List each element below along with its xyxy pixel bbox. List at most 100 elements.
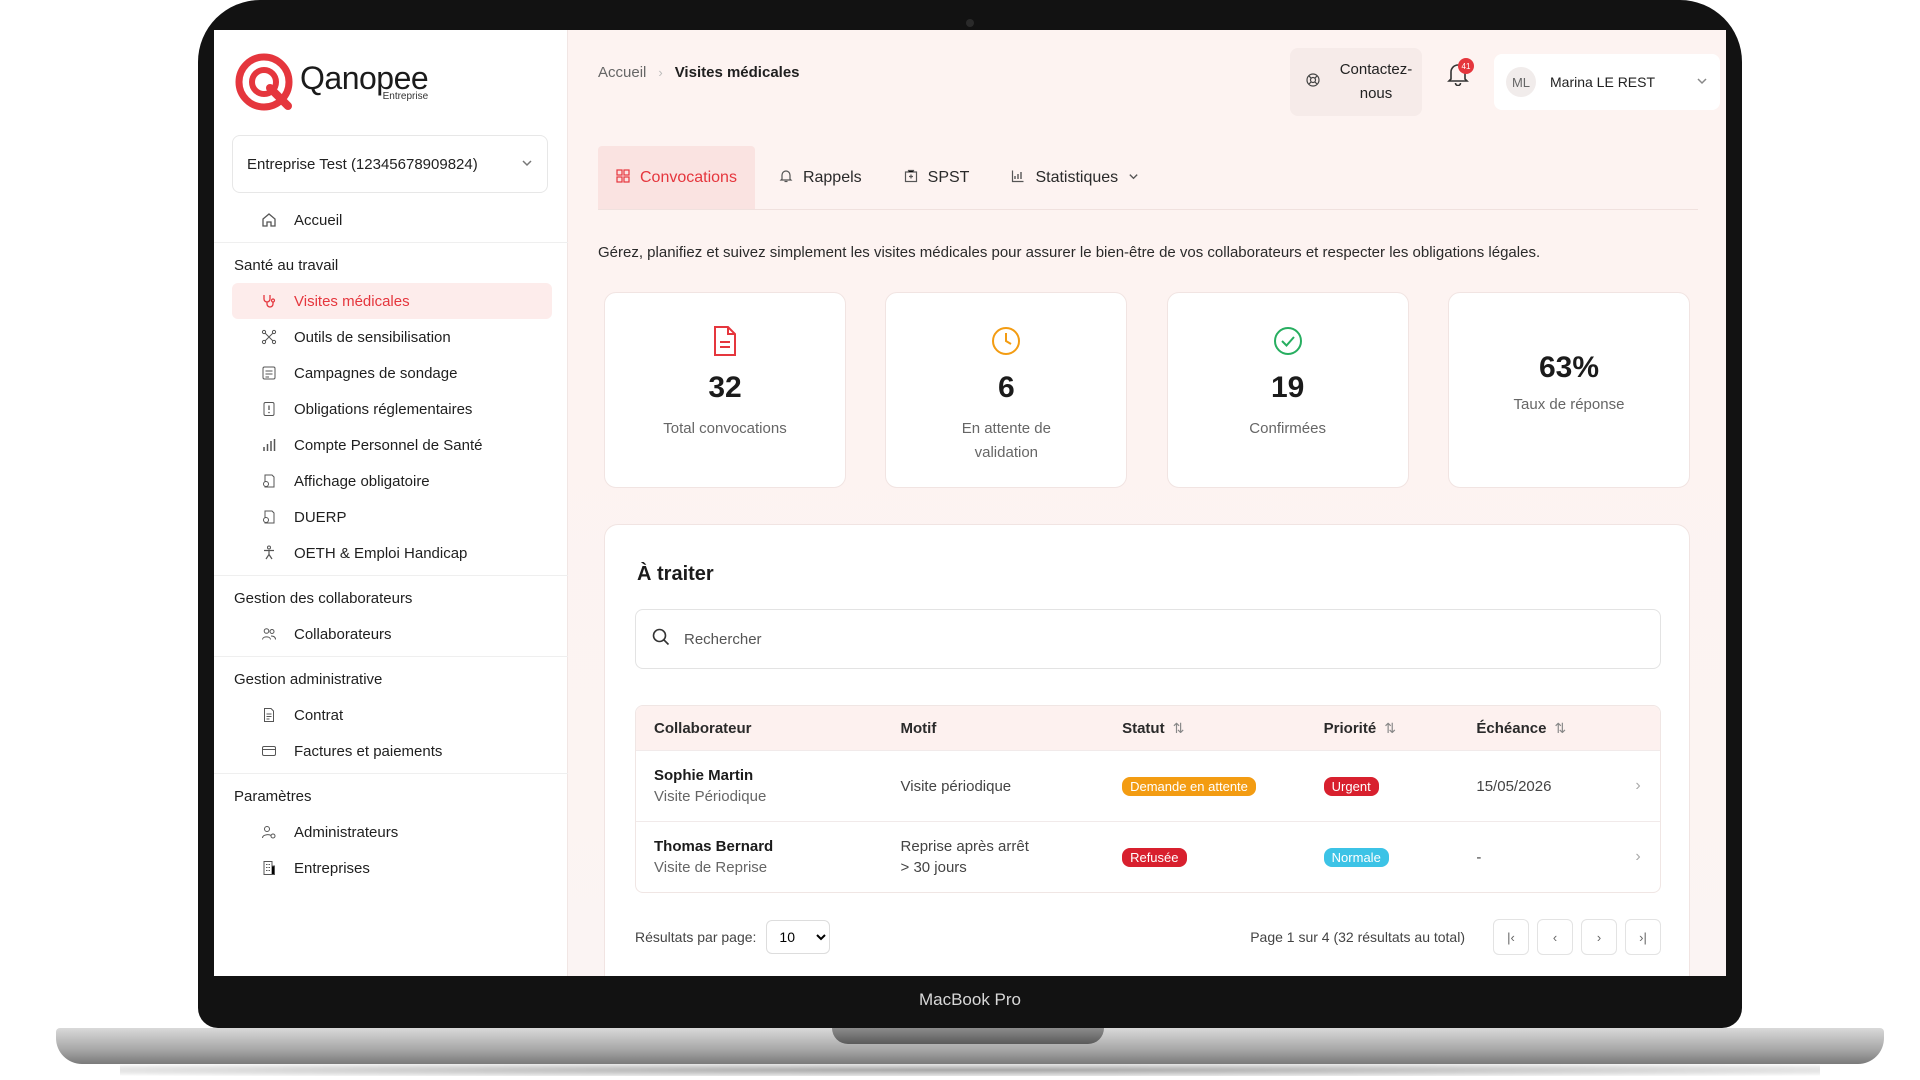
- page-info: Page 1 sur 4 (32 résultats au total): [1250, 929, 1465, 945]
- sidebar-item-label: Campagnes de sondage: [294, 364, 458, 382]
- logo-name: Qanopee: [300, 60, 429, 96]
- accessibility-icon: [260, 544, 278, 562]
- per-page-select[interactable]: 10: [766, 920, 831, 954]
- todo-panel: À traiter Collaborateur Motif Statut ⇅ Pr…: [604, 524, 1690, 976]
- notifications-badge: 41: [1458, 58, 1474, 74]
- sidebar-item-medical-visits[interactable]: Visites médicales: [232, 283, 552, 319]
- clock-icon: [990, 325, 1022, 357]
- contact-button[interactable]: Contactez-nous: [1290, 48, 1422, 116]
- laptop-notch: [832, 1028, 1104, 1044]
- search-box: [635, 609, 1661, 669]
- sidebar-item-administrators[interactable]: Administrateurs: [232, 814, 552, 850]
- sidebar-item-health-account[interactable]: Compte Personnel de Santé: [232, 427, 552, 463]
- next-page-button[interactable]: ›: [1581, 919, 1617, 955]
- breadcrumb-current: Visites médicales: [674, 64, 800, 81]
- sort-icon[interactable]: ⇅: [1173, 720, 1185, 736]
- sort-icon[interactable]: ⇅: [1384, 720, 1396, 736]
- stat-card-response-rate: 63% Taux de réponse: [1447, 292, 1690, 488]
- user-name: Marina LE REST: [1550, 74, 1656, 90]
- cell-employee: Thomas Bernard Visite de Reprise: [636, 838, 901, 876]
- sidebar-item-survey-campaigns[interactable]: Campagnes de sondage: [232, 355, 552, 391]
- logo-subtitle: Entreprise: [382, 91, 429, 102]
- sidebar-item-label: OETH & Emploi Handicap: [294, 544, 468, 562]
- visit-type: Visite de Reprise: [654, 859, 768, 876]
- previous-page-button[interactable]: ‹: [1537, 919, 1573, 955]
- column-header-label: Priorité: [1323, 719, 1377, 737]
- avatar: ML: [1506, 67, 1536, 97]
- chart-icon: [1011, 169, 1025, 186]
- priority-badge: Normale: [1323, 847, 1389, 867]
- notifications-button[interactable]: 41: [1440, 56, 1476, 96]
- tab-reminders[interactable]: Rappels: [761, 146, 880, 209]
- cell-status: Refusée: [1122, 847, 1324, 867]
- column-header-priority[interactable]: Priorité ⇅: [1324, 720, 1477, 737]
- logo[interactable]: Qanopee Entreprise: [234, 50, 429, 114]
- todo-table: Collaborateur Motif Statut ⇅ Priorité ⇅ Éc…: [635, 705, 1661, 893]
- display-board-icon: [260, 472, 278, 490]
- sidebar-item-label: Collaborateurs: [294, 625, 392, 643]
- intro-text: Gérez, planifiez et suivez simplement le…: [598, 244, 1541, 261]
- user-menu[interactable]: ML Marina LE REST: [1494, 54, 1720, 110]
- sidebar-item-label: Entreprises: [294, 859, 370, 877]
- divider: [214, 242, 568, 243]
- cell-motif: Visite périodique: [900, 777, 1012, 795]
- main-content: Accueil › Visites médicales Contactez-no…: [568, 30, 1726, 976]
- status-badge: Refusée: [1122, 847, 1187, 867]
- visit-type: Visite Périodique: [654, 788, 767, 805]
- column-header-label: Motif: [900, 719, 937, 737]
- sort-icon[interactable]: ⇅: [1554, 720, 1566, 736]
- motif-line: > 30 jours: [900, 859, 967, 876]
- bell-outline-icon: [779, 169, 793, 186]
- breadcrumb-root[interactable]: Accueil: [598, 64, 646, 81]
- stat-card-pending: 6 En attente de validation: [885, 292, 1128, 488]
- tab-statistics[interactable]: Statistiques: [993, 146, 1157, 209]
- sidebar-section-title: Gestion des collaborateurs: [234, 589, 413, 607]
- sidebar-item-contract[interactable]: Contrat: [232, 697, 552, 733]
- cell-motif: Reprise après arrêt > 30 jours: [901, 838, 1123, 876]
- column-header-status[interactable]: Statut ⇅: [1122, 720, 1324, 737]
- divider: [214, 773, 568, 774]
- stat-value: 32: [708, 371, 742, 404]
- sidebar-section-title: Santé au travail: [234, 256, 339, 274]
- search-input[interactable]: [684, 630, 1584, 648]
- sidebar-item-label: Contrat: [294, 706, 344, 724]
- chevron-right-icon: ›: [658, 65, 663, 80]
- stat-value: 6: [997, 371, 1015, 404]
- company-selector-value: Entreprise Test (12345678909824): [247, 155, 478, 173]
- sidebar-item-mandatory-display[interactable]: Affichage obligatoire: [232, 463, 552, 499]
- sidebar-section-title: Gestion administrative: [234, 670, 383, 688]
- device-model-label: MacBook Pro: [918, 990, 1022, 1009]
- tab-convocations[interactable]: Convocations: [598, 146, 755, 209]
- breadcrumb: Accueil › Visites médicales: [598, 64, 800, 81]
- last-page-button[interactable]: ›|: [1625, 919, 1661, 955]
- stats-row: 32 Total convocations 6 En attente de va…: [604, 292, 1690, 488]
- sidebar-item-employees[interactable]: Collaborateurs: [232, 616, 552, 652]
- sidebar-item-companies[interactable]: Entreprises: [232, 850, 552, 886]
- sidebar-item-invoices[interactable]: Factures et paiements: [232, 733, 552, 769]
- chevron-right-icon[interactable]: ›: [1616, 848, 1660, 866]
- tab-spst[interactable]: SPST: [886, 146, 988, 209]
- cell-priority: Urgent: [1323, 776, 1477, 796]
- tabs: Convocations Rappels SPST Statistiques: [598, 146, 1698, 210]
- bar-chart-icon: [260, 436, 278, 454]
- lifebuoy-icon: [1306, 73, 1320, 91]
- first-page-button[interactable]: |‹: [1493, 919, 1529, 955]
- sidebar-item-oeth[interactable]: OETH & Emploi Handicap: [232, 535, 552, 571]
- sidebar-item-regulatory-obligations[interactable]: Obligations réglementaires: [232, 391, 552, 427]
- building-icon: [260, 859, 278, 877]
- sidebar-item-home[interactable]: Accueil: [232, 202, 552, 238]
- sidebar-item-label: Compte Personnel de Santé: [294, 436, 483, 454]
- column-header-label: Statut: [1122, 719, 1165, 737]
- user-settings-icon: [260, 823, 278, 841]
- qanopee-logo-icon: [234, 52, 294, 112]
- company-selector[interactable]: Entreprise Test (12345678909824): [232, 135, 548, 193]
- table-row[interactable]: Sophie Martin Visite Périodique Visite p…: [636, 750, 1660, 821]
- sidebar-item-duerp[interactable]: DUERP: [232, 499, 552, 535]
- table-row[interactable]: Thomas Bernard Visite de Reprise Reprise…: [636, 821, 1660, 892]
- column-header-deadline[interactable]: Échéance ⇅: [1476, 720, 1616, 737]
- sidebar: Qanopee Entreprise Entreprise Test (1234…: [214, 30, 568, 976]
- sidebar-item-label: Obligations réglementaires: [294, 400, 473, 418]
- sidebar-section-title: Paramètres: [234, 787, 312, 805]
- sidebar-item-awareness-tools[interactable]: Outils de sensibilisation: [232, 319, 552, 355]
- chevron-right-icon[interactable]: ›: [1616, 777, 1660, 795]
